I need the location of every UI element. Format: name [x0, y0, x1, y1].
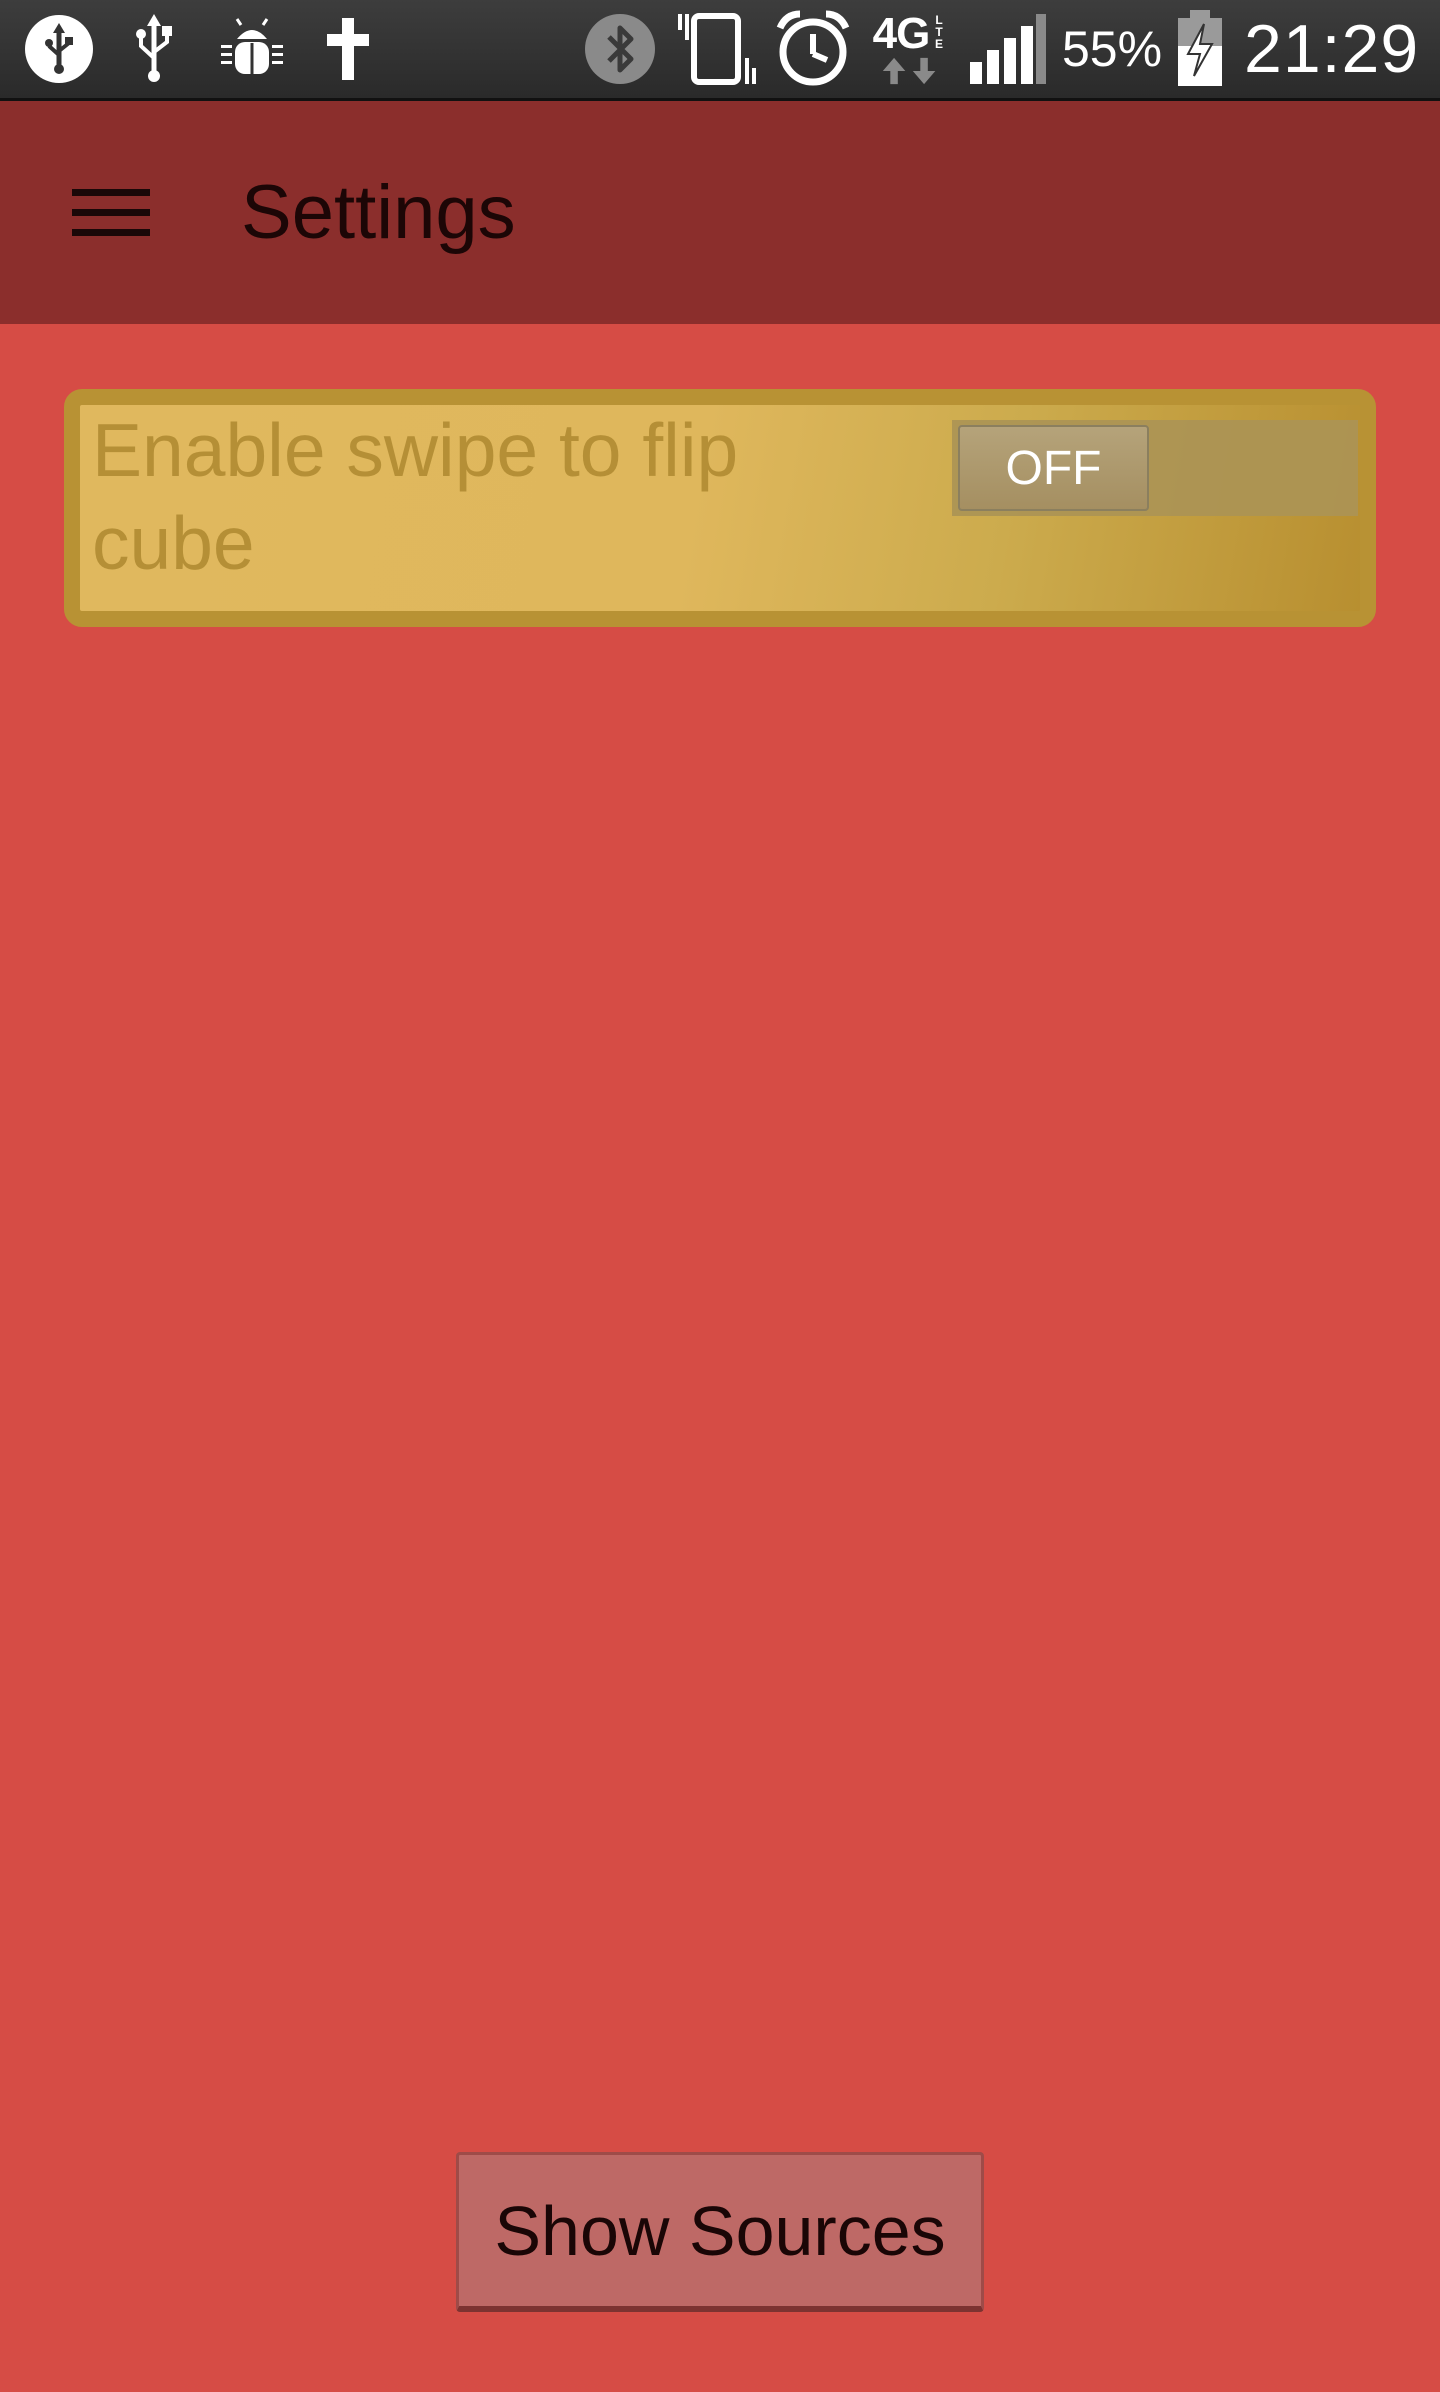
status-bar: 4G L T E 55% 21:29 — [0, 0, 1440, 101]
status-time: 21:29 — [1244, 11, 1420, 87]
show-sources-button[interactable]: Show Sources — [456, 2152, 984, 2312]
cross-icon — [322, 12, 374, 86]
page-title: Settings — [241, 170, 516, 255]
usb-debug-icon — [22, 12, 96, 86]
swipe-setting-label: Enable swipe to flip cube — [92, 408, 739, 585]
vibrate-icon — [674, 12, 760, 86]
network-label: 4G — [872, 9, 931, 58]
svg-text:E: E — [935, 37, 943, 50]
battery-percent: 55% — [1062, 21, 1163, 77]
alarm-icon — [772, 10, 854, 86]
swipe-toggle[interactable]: OFF — [958, 425, 1149, 511]
4g-lte-icon: 4G L T E — [862, 12, 958, 86]
battery-charging-icon — [1172, 10, 1228, 86]
signal-icon — [966, 12, 1050, 86]
android-debug-icon — [216, 12, 288, 86]
usb-icon — [124, 12, 184, 86]
toolbar: Settings — [0, 101, 1440, 324]
hamburger-menu-icon[interactable] — [68, 183, 154, 243]
bluetooth-icon — [582, 12, 658, 86]
